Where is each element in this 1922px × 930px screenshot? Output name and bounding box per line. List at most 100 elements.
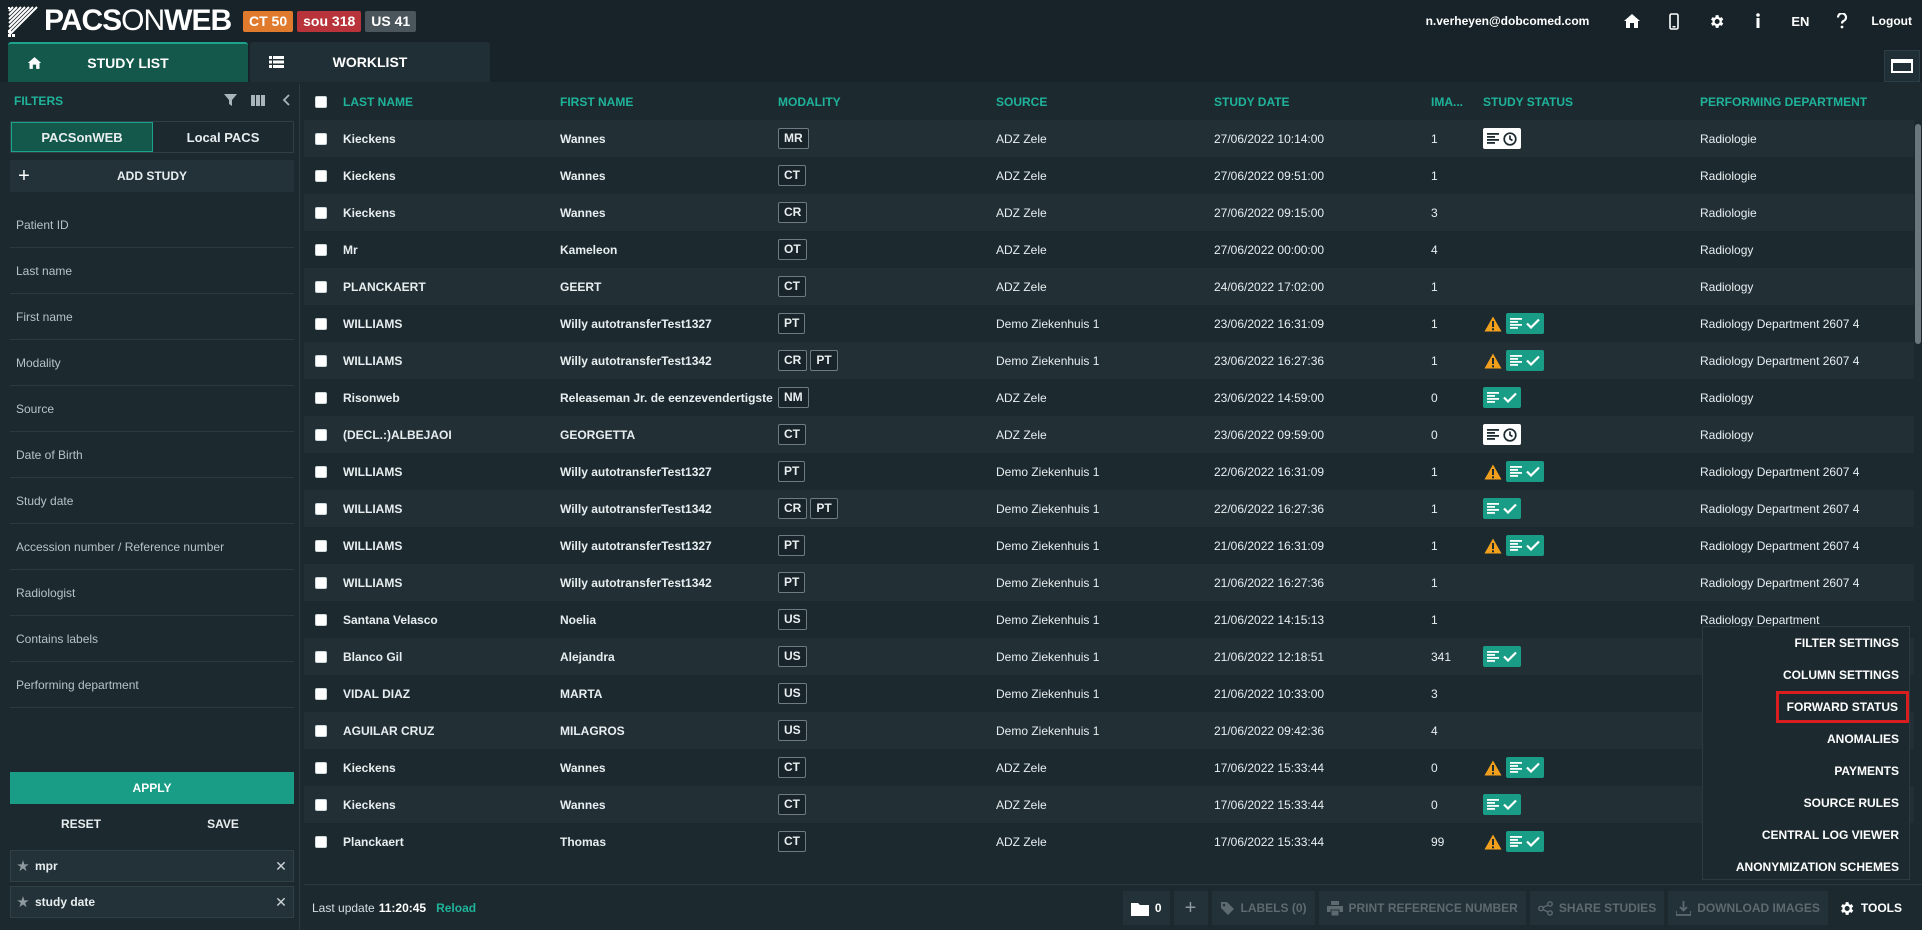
warning-icon[interactable] <box>1483 463 1503 481</box>
logout-button[interactable]: Logout <box>1863 0 1922 42</box>
row-checkbox[interactable] <box>315 465 327 478</box>
info-icon[interactable] <box>1737 0 1779 42</box>
table-row[interactable]: WILLIAMS Willy autotransferTest1327 PT Demo… <box>304 305 1914 342</box>
tools-menu-item-anomalies[interactable]: ANOMALIES <box>1703 723 1909 755</box>
row-checkbox[interactable] <box>315 724 327 737</box>
table-row[interactable]: Kieckens Wannes MR ADZ Zele 27/06/2022 10:14… <box>304 120 1914 157</box>
report-done-icon[interactable] <box>1506 350 1544 371</box>
tools-menu-item-anonymization-schemes[interactable]: ANONYMIZATION SCHEMES <box>1703 851 1909 883</box>
row-checkbox[interactable] <box>315 169 327 182</box>
col-header-images[interactable]: IMA... <box>1431 95 1483 109</box>
report-done-icon[interactable] <box>1483 498 1521 519</box>
row-checkbox[interactable] <box>315 687 327 700</box>
star-icon[interactable]: ★ <box>11 857 35 875</box>
report-done-icon[interactable] <box>1483 646 1521 667</box>
mobile-icon[interactable] <box>1653 0 1695 42</box>
last-name-input[interactable] <box>10 263 294 278</box>
row-checkbox[interactable] <box>315 798 327 811</box>
report-done-icon[interactable] <box>1506 535 1544 556</box>
row-checkbox[interactable] <box>315 576 327 589</box>
warning-icon[interactable] <box>1483 315 1503 333</box>
tools-menu-item-column-settings[interactable]: COLUMN SETTINGS <box>1703 659 1909 691</box>
add-folder-button[interactable]: + <box>1173 891 1208 925</box>
home-icon[interactable] <box>1611 0 1653 42</box>
share-studies-button[interactable]: SHARE STUDIES <box>1529 891 1665 925</box>
row-checkbox[interactable] <box>315 613 327 626</box>
badge-ct[interactable]: CT 50 <box>243 11 294 32</box>
row-checkbox[interactable] <box>315 132 327 145</box>
col-header-first-name[interactable]: FIRST NAME <box>560 95 778 109</box>
source-pacsonweb[interactable]: PACSonWEB <box>11 122 153 152</box>
col-header-study-date[interactable]: STUDY DATE <box>1214 95 1431 109</box>
table-row[interactable]: VIDAL DIAZ MARTA US Demo Ziekenhuis 1 21/06/… <box>304 675 1914 712</box>
col-header-modality[interactable]: MODALITY <box>778 95 996 109</box>
col-header-source[interactable]: SOURCE <box>996 95 1214 109</box>
table-scrollbar[interactable] <box>1914 120 1922 884</box>
table-row[interactable]: Kieckens Wannes CR ADZ Zele 27/06/2022 09:15… <box>304 194 1914 231</box>
table-row[interactable]: WILLIAMS Willy autotransferTest1327 PT Demo… <box>304 453 1914 490</box>
row-checkbox[interactable] <box>315 317 327 330</box>
first-name-input[interactable] <box>10 309 294 324</box>
row-checkbox[interactable] <box>315 835 327 848</box>
tools-menu-item-filter-settings[interactable]: FILTER SETTINGS <box>1703 627 1909 659</box>
user-email[interactable]: n.verheyen@dobcomed.com <box>1426 14 1590 28</box>
row-checkbox[interactable] <box>315 761 327 774</box>
table-row[interactable]: Blanco Gil Alejandra US Demo Ziekenhuis 1 21… <box>304 638 1914 675</box>
tools-menu-item-payments[interactable]: PAYMENTS <box>1703 755 1909 787</box>
patient-id-input[interactable] <box>10 217 294 232</box>
app-logo[interactable]: PACSONWEB <box>6 3 232 39</box>
warning-icon[interactable] <box>1483 759 1503 777</box>
col-header-study-status[interactable]: STUDY STATUS <box>1483 95 1700 109</box>
help-icon[interactable] <box>1821 0 1863 42</box>
report-done-icon[interactable] <box>1506 461 1544 482</box>
table-row[interactable]: (DECL.:)ALBEJAOI GEORGETTA CT ADZ Zele 23/06… <box>304 416 1914 453</box>
row-checkbox[interactable] <box>315 502 327 515</box>
table-row[interactable]: Santana Velasco Noelia US Demo Ziekenhuis 1… <box>304 601 1914 638</box>
close-icon[interactable]: ✕ <box>269 894 293 911</box>
tab-study-list[interactable]: STUDY LIST <box>8 42 248 82</box>
saved-filter-item[interactable]: ★ study date ✕ <box>10 886 294 918</box>
filter-icon[interactable] <box>216 93 244 109</box>
col-header-performing-department[interactable]: PERFORMING DEPARTMENT <box>1700 95 1910 109</box>
row-checkbox[interactable] <box>315 650 327 663</box>
badge-us[interactable]: US 41 <box>365 11 417 32</box>
collapse-panel-icon[interactable] <box>272 93 300 109</box>
star-icon[interactable]: ★ <box>11 893 35 911</box>
row-checkbox[interactable] <box>315 280 327 293</box>
source-local-pacs[interactable]: Local PACS <box>153 122 293 152</box>
table-row[interactable]: Risonweb Releaseman Jr. de eenzevendertig… <box>304 379 1914 416</box>
language-selector[interactable]: EN <box>1779 0 1821 42</box>
row-checkbox[interactable] <box>315 206 327 219</box>
scrollbar-thumb[interactable] <box>1915 124 1921 344</box>
date-of-birth-input[interactable] <box>10 447 294 462</box>
tools-menu-item-forward-status[interactable]: FORWARD STATUS <box>1703 691 1909 723</box>
modality-input[interactable] <box>10 355 294 370</box>
saved-filter-item[interactable]: ★ mpr ✕ <box>10 850 294 882</box>
report-done-icon[interactable] <box>1483 794 1521 815</box>
folder-button[interactable]: 0 <box>1122 891 1170 925</box>
tools-menu-item-central-log-viewer[interactable]: CENTRAL LOG VIEWER <box>1703 819 1909 851</box>
table-row[interactable]: Kieckens Wannes CT ADZ Zele 27/06/2022 09:51… <box>304 157 1914 194</box>
gear-icon[interactable] <box>1695 0 1737 42</box>
save-button[interactable]: SAVE <box>152 808 294 840</box>
row-checkbox[interactable] <box>315 539 327 552</box>
report-done-icon[interactable] <box>1506 831 1544 852</box>
table-row[interactable]: WILLIAMS Willy autotransferTest1342 CR PT De… <box>304 490 1914 527</box>
table-row[interactable]: WILLIAMS Willy autotransferTest1342 CR PT De… <box>304 342 1914 379</box>
tools-menu-item-source-rules[interactable]: SOURCE RULES <box>1703 787 1909 819</box>
table-row[interactable]: AGUILAR CRUZ MILAGROS US Demo Ziekenhuis 1 2… <box>304 712 1914 749</box>
col-header-last-name[interactable]: LAST NAME <box>343 95 560 109</box>
performing-department-input[interactable] <box>10 677 294 692</box>
row-checkbox[interactable] <box>315 243 327 256</box>
reset-button[interactable]: RESET <box>10 808 152 840</box>
columns-icon[interactable] <box>244 94 272 109</box>
report-pending-icon[interactable] <box>1483 128 1521 149</box>
print-reference-button[interactable]: PRINT REFERENCE NUMBER <box>1318 891 1526 925</box>
table-row[interactable]: Kieckens Wannes CT ADZ Zele 17/06/2022 15:33… <box>304 786 1914 823</box>
apply-button[interactable]: APPLY <box>10 772 294 804</box>
close-icon[interactable]: ✕ <box>269 858 293 875</box>
add-study-button[interactable]: + ADD STUDY <box>10 160 294 192</box>
report-done-icon[interactable] <box>1506 757 1544 778</box>
row-checkbox[interactable] <box>315 354 327 367</box>
table-row[interactable]: WILLIAMS Willy autotransferTest1342 PT Demo… <box>304 564 1914 601</box>
